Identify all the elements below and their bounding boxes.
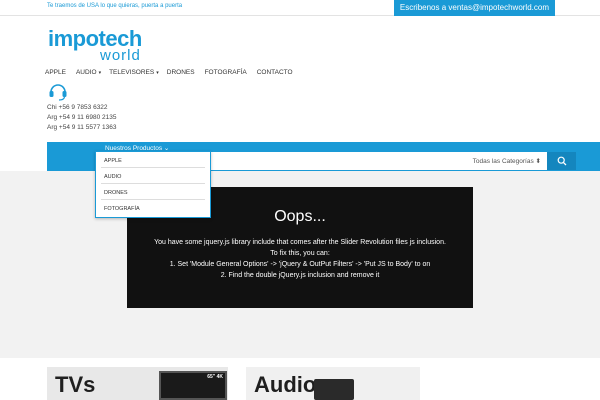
top-bar: Te traemos de USA lo que quieras, puerta… <box>0 0 600 16</box>
dropdown-item-fotografia[interactable]: FOTOGRAFÍA <box>101 200 205 216</box>
banner-title: Audio <box>254 372 317 397</box>
products-dropdown: APPLE AUDIO DRONES FOTOGRAFÍA <box>95 151 211 218</box>
nav-item-fotografia[interactable]: FOTOGRAFÍA <box>205 69 249 79</box>
dropdown-item-apple[interactable]: APPLE <box>101 152 205 168</box>
error-line: 1. Set 'Module General Options' -> 'jQue… <box>169 261 431 268</box>
nav-item-contacto[interactable]: CONTACTO <box>257 69 295 79</box>
search-input[interactable]: Todas las Categorías ⬍ <box>207 152 547 170</box>
category-select[interactable]: Todas las Categorías ⬍ <box>473 157 541 165</box>
error-line: You have some jquery.js library include … <box>154 239 446 246</box>
phone-list: Chi +56 9 7853 6322 Arg +54 9 11 6980 21… <box>47 103 116 133</box>
phone-chile[interactable]: Chi +56 9 7853 6322 <box>47 103 116 113</box>
nav-item-drones[interactable]: DRONES <box>167 69 197 79</box>
phone-argentina-1[interactable]: Arg +54 9 11 6980 2135 <box>47 113 116 123</box>
banner-title: TVs <box>55 372 96 397</box>
search-icon <box>557 156 566 166</box>
nav-item-apple[interactable]: APPLE <box>45 69 68 79</box>
search-button[interactable] <box>547 152 576 170</box>
contact-email-link[interactable]: Escribenos a ventas@impotechworld.com <box>393 0 555 16</box>
dropdown-item-drones[interactable]: DRONES <box>101 184 205 200</box>
error-line: To fix this, you can: <box>270 250 330 257</box>
headset-icon <box>47 81 69 101</box>
speaker-image <box>314 379 354 400</box>
nav-item-televisores[interactable]: TELEVISORES ▾ <box>109 69 159 79</box>
site-logo[interactable]: impotech world <box>48 26 148 66</box>
nav-item-audio[interactable]: AUDIO ▾ <box>76 69 101 79</box>
tv-image: 65" 4K <box>159 371 227 400</box>
tv-badge: 65" 4K <box>207 374 223 380</box>
chevron-down-icon: ▾ <box>156 70 159 76</box>
phone-argentina-2[interactable]: Arg +54 9 11 5577 1363 <box>47 123 116 133</box>
logo-sub-text: world <box>100 47 141 64</box>
dropdown-item-audio[interactable]: AUDIO <box>101 168 205 184</box>
audio-banner[interactable]: Audio <box>246 367 420 400</box>
topbar-tagline: Te traemos de USA lo que quieras, puerta… <box>47 3 183 9</box>
chevron-down-icon: ▾ <box>98 70 102 76</box>
tvs-banner[interactable]: TVs 65" 4K <box>47 367 228 400</box>
select-arrows-icon: ⬍ <box>535 158 541 165</box>
error-line: 2. Find the double jQuery.js inclusion a… <box>220 272 380 279</box>
main-nav: APPLE AUDIO ▾ TELEVISORES ▾ DRONES FOTOGRA… <box>45 69 295 79</box>
